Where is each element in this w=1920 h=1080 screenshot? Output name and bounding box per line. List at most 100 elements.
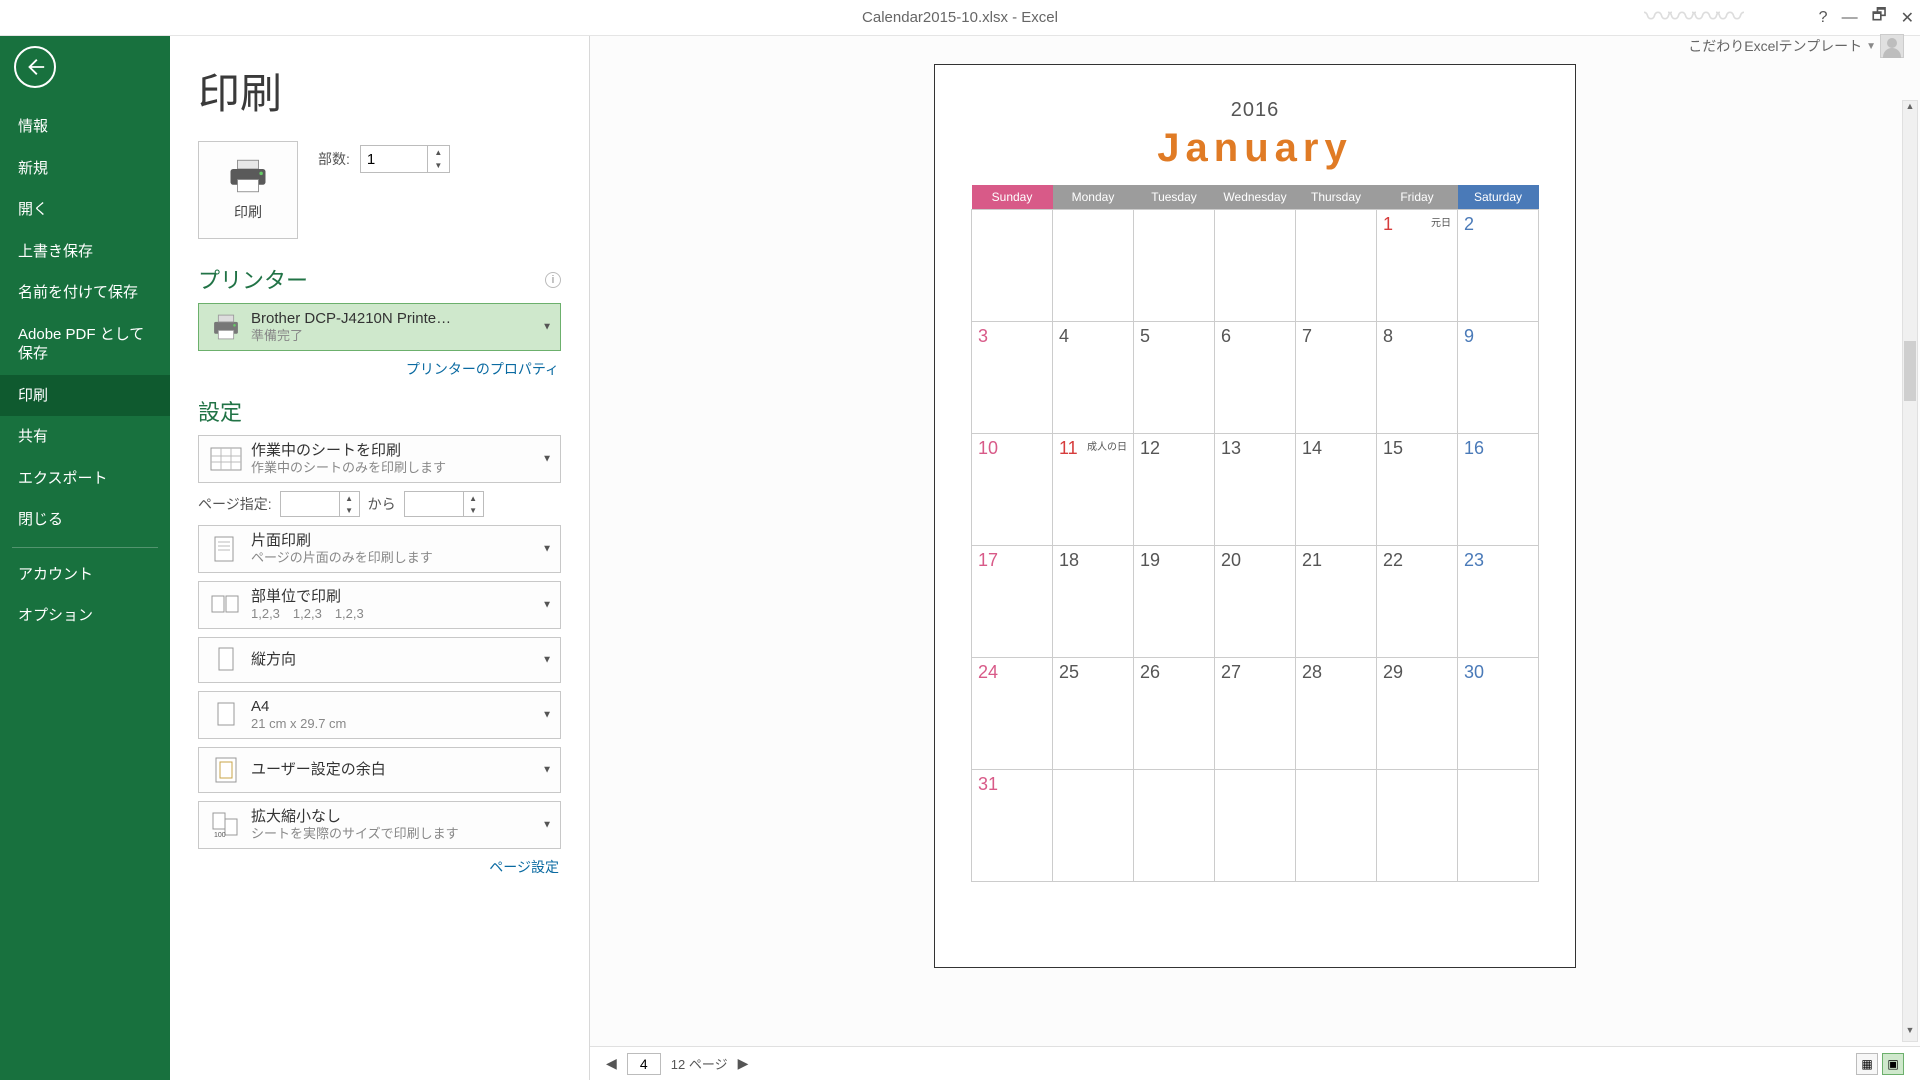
scroll-up-icon[interactable]: ▲ <box>1903 101 1917 117</box>
printer-name: Brother DCP-J4210N Printe… <box>251 309 451 329</box>
printer-info-icon[interactable]: i <box>545 272 561 288</box>
print-button[interactable]: 印刷 <box>198 141 298 239</box>
zoom-to-page-button[interactable]: ▣ <box>1882 1053 1904 1075</box>
calendar-cell: 16 <box>1458 434 1539 546</box>
calendar-cell: 15 <box>1377 434 1458 546</box>
sidebar-item-export[interactable]: エクスポート <box>0 458 170 500</box>
avatar[interactable] <box>1880 34 1904 58</box>
scaling-dropdown[interactable]: 100 拡大縮小なしシートを実際のサイズで印刷します ▼ <box>198 801 561 849</box>
chevron-down-icon: ▼ <box>542 765 552 776</box>
printer-icon <box>227 158 269 194</box>
prev-page-button[interactable]: ◀ <box>606 1055 617 1072</box>
calendar-cell <box>1215 770 1296 882</box>
calendar-cell: 13 <box>1215 434 1296 546</box>
page-current-input[interactable] <box>627 1053 661 1075</box>
print-settings-panel: 印刷 印刷 部数: ▲▼ プリンター i <box>170 36 590 1080</box>
close-icon[interactable]: ✕ <box>1901 8 1914 28</box>
back-button[interactable] <box>14 46 56 88</box>
sidebar-item-save[interactable]: 上書き保存 <box>0 231 170 273</box>
calendar-day-header: Friday <box>1377 185 1458 210</box>
sidebar-separator <box>12 547 158 548</box>
titlebar: Calendar2015-10.xlsx - Excel 〰〰〰〰 ? — 🗗 … <box>0 0 1920 36</box>
calendar-cell: 5 <box>1134 322 1215 434</box>
page-from-spinner[interactable]: ▲▼ <box>280 491 360 517</box>
calendar-cell <box>1053 210 1134 322</box>
scale-icon: 100 <box>207 807 245 843</box>
sidebar-item-new[interactable]: 新規 <box>0 148 170 190</box>
calendar-cell: 29 <box>1377 658 1458 770</box>
calendar-day-header: Tuesday <box>1134 185 1215 210</box>
orientation-dropdown[interactable]: 縦方向 ▼ <box>198 637 561 683</box>
calendar-cell <box>1053 770 1134 882</box>
calendar-day-header: Saturday <box>1458 185 1539 210</box>
copies-down-icon[interactable]: ▼ <box>428 159 449 172</box>
copies-input[interactable] <box>361 151 427 168</box>
chevron-down-icon: ▼ <box>542 544 552 555</box>
sidebar-item-share[interactable]: 共有 <box>0 416 170 458</box>
margins-icon <box>207 752 245 788</box>
page-to-spinner[interactable]: ▲▼ <box>404 491 484 517</box>
calendar-cell: 8 <box>1377 322 1458 434</box>
page-setup-link[interactable]: ページ設定 <box>198 857 559 877</box>
papersize-dropdown[interactable]: A421 cm x 29.7 cm ▼ <box>198 691 561 739</box>
sidebar-item-close[interactable]: 閉じる <box>0 499 170 541</box>
back-arrow-icon <box>24 56 46 78</box>
copies-up-icon[interactable]: ▲ <box>428 146 449 159</box>
calendar-day-header: Sunday <box>972 185 1053 210</box>
page-from-input[interactable] <box>281 497 339 512</box>
collate-dropdown[interactable]: 部単位で印刷1,2,3 1,2,3 1,2,3 ▼ <box>198 581 561 629</box>
show-margins-button[interactable]: ▦ <box>1856 1053 1878 1075</box>
calendar-day-header: Monday <box>1053 185 1134 210</box>
sidebar-item-saveas[interactable]: 名前を付けて保存 <box>0 272 170 314</box>
window-title: Calendar2015-10.xlsx - Excel <box>862 9 1058 26</box>
sidebar-item-open[interactable]: 開く <box>0 189 170 231</box>
print-which-dropdown[interactable]: 作業中のシートを印刷作業中のシートのみを印刷します ▼ <box>198 435 561 483</box>
page-to-label: から <box>368 494 396 514</box>
minimize-icon[interactable]: — <box>1842 9 1858 27</box>
onesided-icon <box>207 531 245 567</box>
calendar-cell: 24 <box>972 658 1053 770</box>
help-icon[interactable]: ? <box>1819 9 1828 27</box>
scroll-thumb[interactable] <box>1904 341 1916 401</box>
chevron-down-icon: ▼ <box>542 322 552 333</box>
calendar-cell: 31 <box>972 770 1053 882</box>
calendar-cell: 6 <box>1215 322 1296 434</box>
sidebar-item-print[interactable]: 印刷 <box>0 375 170 417</box>
sidebar-item-info[interactable]: 情報 <box>0 106 170 148</box>
page-range-label: ページ指定: <box>198 494 272 514</box>
calendar-cell <box>1458 770 1539 882</box>
calendar-day-header: Thursday <box>1296 185 1377 210</box>
user-name: こだわりExcelテンプレート <box>1688 36 1862 56</box>
calendar-cell: 25 <box>1053 658 1134 770</box>
svg-text:100: 100 <box>214 832 226 839</box>
margins-dropdown[interactable]: ユーザー設定の余白 ▼ <box>198 747 561 793</box>
scroll-down-icon[interactable]: ▼ <box>1903 1025 1917 1041</box>
printer-dropdown[interactable]: Brother DCP-J4210N Printe… 準備完了 ▼ <box>198 303 561 351</box>
calendar-cell: 10 <box>972 434 1053 546</box>
calendar-year: 2016 <box>971 99 1539 122</box>
preview-scrollbar[interactable]: ▲ ▼ <box>1902 100 1918 1042</box>
restore-icon[interactable]: 🗗 <box>1872 4 1887 31</box>
collate-icon <box>207 587 245 623</box>
chevron-down-icon: ▼ <box>1866 41 1876 52</box>
print-button-label: 印刷 <box>234 202 262 222</box>
chevron-down-icon: ▼ <box>542 820 552 831</box>
print-preview-panel: こだわりExcelテンプレート ▼ 2016 January SundayMon… <box>590 36 1920 1080</box>
page-title: 印刷 <box>198 60 561 121</box>
printer-properties-link[interactable]: プリンターのプロパティ <box>198 359 559 379</box>
sidebar-item-account[interactable]: アカウント <box>0 554 170 596</box>
copies-spinner[interactable]: ▲▼ <box>360 145 450 173</box>
calendar-cell: 20 <box>1215 546 1296 658</box>
sidebar-item-options[interactable]: オプション <box>0 595 170 637</box>
calendar-day-header: Wednesday <box>1215 185 1296 210</box>
sidebar-item-adobe-pdf[interactable]: Adobe PDF として保存 <box>0 314 170 375</box>
page-to-input[interactable] <box>405 497 463 512</box>
sides-dropdown[interactable]: 片面印刷ページの片面のみを印刷します ▼ <box>198 525 561 573</box>
calendar-cell: 22 <box>1377 546 1458 658</box>
next-page-button[interactable]: ▶ <box>738 1055 749 1072</box>
printer-section-label: プリンター <box>198 263 308 295</box>
calendar-cell: 18 <box>1053 546 1134 658</box>
calendar-cell: 27 <box>1215 658 1296 770</box>
user-menu[interactable]: こだわりExcelテンプレート ▼ <box>1688 34 1904 58</box>
preview-footer: ◀ 12 ページ ▶ ▦ ▣ <box>590 1046 1920 1080</box>
